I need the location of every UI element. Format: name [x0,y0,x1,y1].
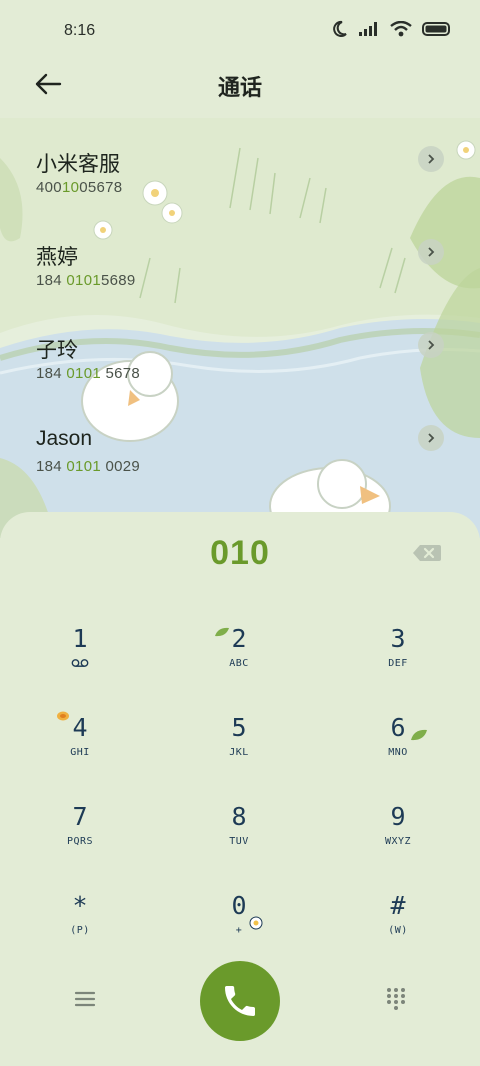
number-suffix: 0029 [100,458,141,475]
key-9[interactable]: 9 WXYZ [343,802,453,872]
key-digit: 9 [390,802,406,831]
key-digit: 3 [390,624,406,653]
number-match: 0101 [66,458,101,475]
number-match: 10 [61,179,80,196]
key-letters: + [235,925,243,936]
key-digit: 4 [72,713,88,742]
contact-name: Jason [36,427,93,450]
number-prefix: 184 [36,458,67,475]
key-letters: MNO [388,747,408,758]
backspace-button[interactable] [412,542,442,564]
page-title: 通话 [217,75,262,100]
call-button[interactable] [200,961,280,1041]
key-3[interactable]: 3 DEF [343,624,453,694]
key-0[interactable]: 0 + [184,891,294,961]
status-time: 8:16 [64,22,96,39]
key-digit: 7 [72,802,88,831]
menu-button[interactable] [72,988,98,1010]
key-letters: DEF [388,658,408,669]
number-match: 0101 [66,365,101,382]
wifi-icon [390,21,412,37]
list-item[interactable]: 燕婷 184 01015689 [0,211,480,304]
chevron-right-icon [428,433,435,443]
menu-icon [74,991,96,1007]
status-icons [332,20,452,38]
number-suffix: 05678 [79,179,123,196]
signal-icon [359,22,377,36]
list-item[interactable]: 子玲 184 0101 5678 [0,304,480,397]
number-prefix: 400 [36,179,62,196]
flower-icon [57,711,69,721]
key-digit: * [72,891,88,920]
contact-detail-button[interactable] [418,146,444,172]
key-digit: # [390,891,406,920]
status-bar: 8:16 [0,0,480,62]
key-6[interactable]: 6 MNO [343,713,453,783]
app-bar: 通话 [0,62,480,118]
key-letters: WXYZ [384,836,412,847]
key-7[interactable]: 7 PQRS [25,802,135,872]
contact-name: 小米客服 [36,153,120,176]
key-letters: (P) [70,925,90,936]
contact-number: 184 01015689 [36,272,136,289]
flower-icon [249,916,263,930]
contact-name: 子玲 [36,339,78,362]
contact-detail-button[interactable] [418,425,444,451]
contact-number: 184 0101 5678 [36,365,140,382]
key-digit: 2 [231,624,247,653]
key-5[interactable]: 5 JKL [184,713,294,783]
dialed-number: 010 [210,534,270,572]
key-1[interactable]: 1 [25,624,135,694]
number-suffix: 5678 [100,365,141,382]
key-letters: ABC [229,658,249,669]
contact-suggestions: 小米客服 4001005678 燕婷 184 01015689 子玲 184 0… [0,118,480,508]
leaf-icon [215,627,229,637]
number-suffix: 5689 [100,272,136,289]
phone-icon [225,986,255,1016]
backspace-icon [413,545,441,561]
leaf-icon [411,729,427,741]
key-letters: GHI [70,747,90,758]
chevron-right-icon [428,247,435,257]
dialpad-actions [0,958,480,1048]
moon-icon [333,20,347,37]
dialpad-toggle-button[interactable] [384,986,408,1010]
dialpad-panel: 010 1 2 ABC 3 DEF 4 GHI 5 JKL 6 MNO 7 PQ… [0,512,480,1066]
contact-name: 燕婷 [36,246,78,269]
contact-number: 4001005678 [36,179,122,196]
chevron-right-icon [428,340,435,350]
key-digit: 0 [231,891,247,920]
battery-icon [422,22,450,36]
number-prefix: 184 [36,272,67,289]
number-prefix: 184 [36,365,67,382]
chevron-right-icon [428,154,435,164]
list-item[interactable]: Jason 184 0101 0029 [0,397,480,490]
key-digit: 5 [231,713,247,742]
key-letters: (W) [388,925,408,936]
key-8[interactable]: 8 TUV [184,802,294,872]
key-letters: TUV [229,836,249,847]
voicemail-icon [71,659,89,667]
list-item[interactable]: 小米客服 4001005678 [0,118,480,211]
key-digit: 8 [231,802,247,831]
contact-detail-button[interactable] [418,332,444,358]
key-letters: PQRS [66,836,94,847]
key-letters: JKL [229,747,249,758]
dialpad-icon [387,988,405,1010]
contact-number: 184 0101 0029 [36,458,140,475]
key-hash[interactable]: # (W) [343,891,453,961]
key-4[interactable]: 4 GHI [25,713,135,783]
contact-detail-button[interactable] [418,239,444,265]
key-star[interactable]: * (P) [25,891,135,961]
key-2[interactable]: 2 ABC [184,624,294,694]
key-digit: 6 [390,713,406,742]
number-match: 0101 [66,272,101,289]
key-digit: 1 [72,624,88,653]
